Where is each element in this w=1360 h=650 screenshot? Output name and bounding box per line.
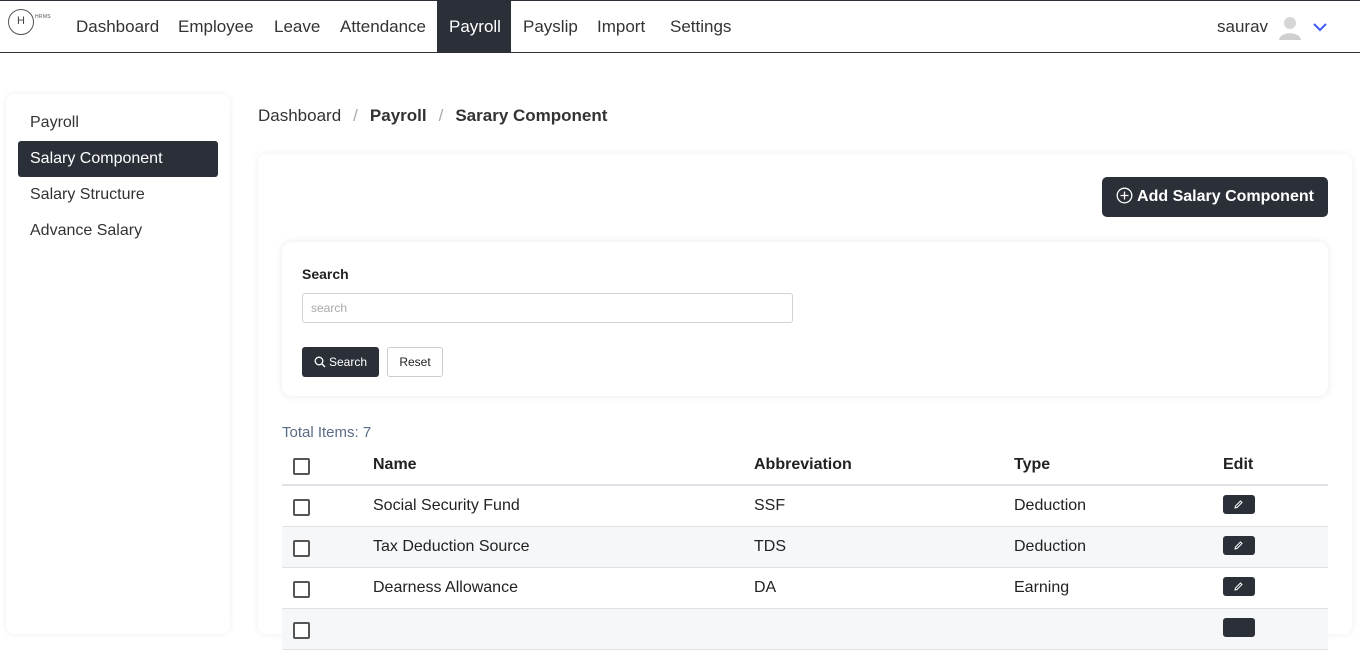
cell-type: Deduction xyxy=(1014,497,1087,514)
breadcrumb-separator: / xyxy=(438,106,444,125)
row-checkbox[interactable] xyxy=(293,622,310,639)
user-avatar-icon[interactable] xyxy=(1277,14,1303,40)
hrms-logo[interactable]: H HRMS xyxy=(8,9,54,45)
pencil-icon xyxy=(1234,582,1243,591)
pencil-icon xyxy=(1234,541,1243,550)
nav-item-import[interactable]: Import xyxy=(585,1,657,52)
search-panel: Search Search Reset xyxy=(282,242,1328,396)
table-row: Social Security Fund SSF Deduction xyxy=(282,486,1328,527)
select-all-checkbox[interactable] xyxy=(293,458,310,475)
table-row-partial xyxy=(282,609,1328,650)
breadcrumb-dashboard[interactable]: Dashboard xyxy=(258,106,341,126)
reset-button[interactable]: Reset xyxy=(387,347,443,377)
nav-item-employee[interactable]: Employee xyxy=(166,1,266,52)
add-salary-component-label: Add Salary Component xyxy=(1137,188,1314,205)
total-items: Total Items: 7 xyxy=(282,424,372,441)
breadcrumb: Dashboard / Payroll / Sarary Component xyxy=(258,106,607,126)
main-card: Add Salary Component Search Search Reset… xyxy=(258,154,1352,650)
cell-name: Dearness Allowance xyxy=(373,579,518,596)
plus-circle-icon xyxy=(1116,187,1133,204)
breadcrumb-current: Sarary Component xyxy=(455,106,608,125)
search-label: Search xyxy=(302,266,349,282)
top-navbar: H HRMS Dashboard Employee Leave Attendan… xyxy=(0,0,1360,53)
cell-type: Deduction xyxy=(1014,538,1087,555)
nav-item-payslip[interactable]: Payslip xyxy=(511,1,590,52)
search-input[interactable] xyxy=(302,293,793,323)
cell-name: Tax Deduction Source xyxy=(373,538,530,555)
nav-item-settings[interactable]: Settings xyxy=(658,1,743,52)
sidebar: Payroll Salary Component Salary Structur… xyxy=(6,94,230,634)
edit-button[interactable] xyxy=(1223,536,1255,555)
cell-abbreviation: TDS xyxy=(754,538,786,555)
column-header-abbreviation[interactable]: Abbreviation xyxy=(754,456,852,474)
breadcrumb-payroll[interactable]: Payroll xyxy=(370,106,427,126)
cell-name: Social Security Fund xyxy=(373,497,520,514)
row-checkbox[interactable] xyxy=(293,540,310,557)
search-icon xyxy=(314,356,326,368)
cell-type: Earning xyxy=(1014,579,1070,596)
sidebar-item-salary-structure[interactable]: Salary Structure xyxy=(18,177,218,213)
pencil-icon xyxy=(1234,500,1243,509)
cell-abbreviation: DA xyxy=(754,579,777,596)
breadcrumb-separator: / xyxy=(353,106,358,125)
edit-button[interactable] xyxy=(1223,577,1255,596)
nav-item-dashboard[interactable]: Dashboard xyxy=(64,1,171,52)
column-header-type[interactable]: Type xyxy=(1014,456,1050,474)
table-row: Dearness Allowance DA Earning xyxy=(282,568,1328,609)
edit-button[interactable] xyxy=(1223,618,1255,637)
sidebar-item-payroll[interactable]: Payroll xyxy=(18,105,218,141)
search-button[interactable]: Search xyxy=(302,347,379,377)
row-checkbox[interactable] xyxy=(293,581,310,598)
sidebar-item-advance-salary[interactable]: Advance Salary xyxy=(18,213,218,249)
nav-item-attendance[interactable]: Attendance xyxy=(328,1,438,52)
column-header-edit: Edit xyxy=(1223,456,1254,473)
nav-item-payroll[interactable]: Payroll xyxy=(437,1,511,52)
cell-abbreviation: SSF xyxy=(754,497,786,514)
salary-component-table: Name Abbreviation Type Edit Social Secur… xyxy=(282,446,1328,650)
chevron-down-icon[interactable] xyxy=(1312,19,1328,35)
add-salary-component-button[interactable]: Add Salary Component xyxy=(1102,177,1328,217)
logo-text: HRMS xyxy=(35,14,51,20)
sidebar-item-salary-component[interactable]: Salary Component xyxy=(18,141,218,177)
column-header-name[interactable]: Name xyxy=(373,456,417,474)
user-name[interactable]: saurav xyxy=(1217,1,1268,52)
row-checkbox[interactable] xyxy=(293,499,310,516)
logo-letter: H xyxy=(8,9,34,35)
table-header: Name Abbreviation Type Edit xyxy=(282,446,1328,486)
search-button-label: Search xyxy=(328,355,368,369)
edit-button[interactable] xyxy=(1223,495,1255,514)
table-row: Tax Deduction Source TDS Deduction xyxy=(282,527,1328,568)
nav-item-leave[interactable]: Leave xyxy=(262,1,332,52)
